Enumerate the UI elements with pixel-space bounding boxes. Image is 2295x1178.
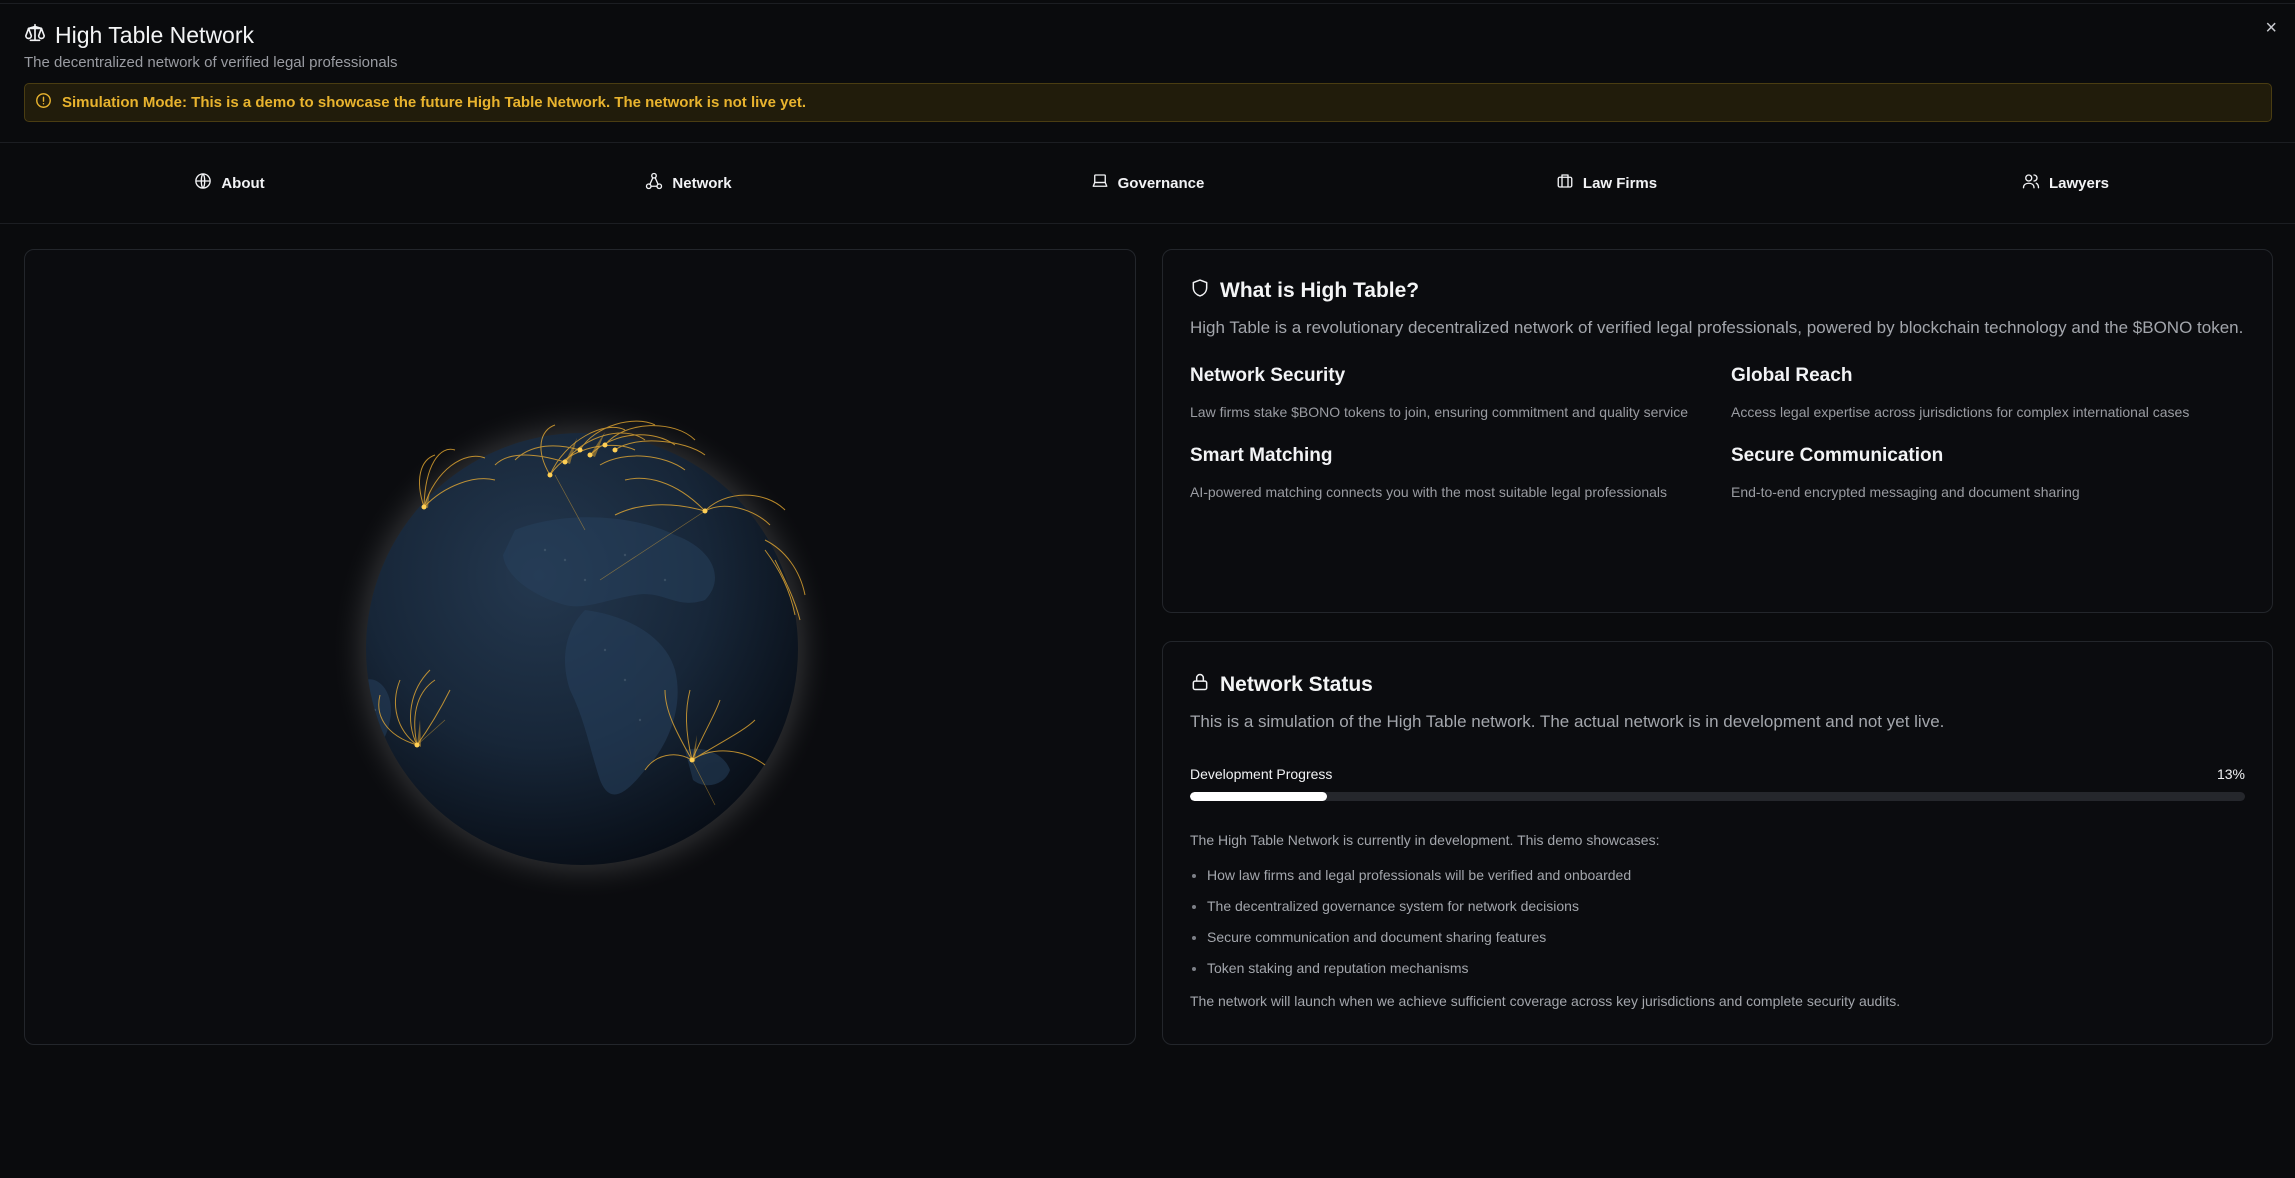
feature-title: Secure Communication [1731, 445, 1944, 466]
feature-network-security: Network Security Law firms stake $BONO t… [1190, 365, 1731, 423]
app-header: High Table Network The decentralized net… [24, 22, 398, 71]
globe-panel [24, 249, 1136, 1045]
briefcase-icon [1556, 172, 1574, 194]
list-item: The decentralized governance system for … [1207, 895, 2245, 917]
about-title: What is High Table? [1220, 279, 1420, 302]
globe-icon [194, 172, 212, 194]
status-title: Network Status [1220, 673, 1373, 696]
simulation-banner: Simulation Mode: This is a demo to showc… [24, 83, 2272, 122]
alert-circle-icon [35, 92, 52, 114]
tab-governance[interactable]: Governance [918, 143, 1377, 223]
progress-value: 13% [2216, 766, 2245, 782]
feature-description: Law firms stake $BONO tokens to join, en… [1190, 404, 1688, 420]
list-item: How law firms and legal professionals wi… [1207, 864, 2245, 886]
list-item: Token staking and reputation mechanisms [1207, 957, 2245, 979]
tab-label-network: Network [672, 174, 732, 192]
network-icon [645, 172, 663, 194]
list-item: Secure communication and document sharin… [1207, 926, 2245, 948]
banner-text: Simulation Mode: This is a demo to showc… [62, 94, 807, 111]
feature-description: AI-powered matching connects you with th… [1190, 484, 1668, 500]
app-subtitle: The decentralized network of verified le… [24, 54, 398, 71]
about-panel: What is High Table? High Table is a revo… [1162, 249, 2273, 613]
showcase-list: How law firms and legal professionals wi… [1190, 864, 2245, 979]
feature-description: End-to-end encrypted messaging and docum… [1731, 484, 2080, 500]
feature-smart-matching: Smart Matching AI-powered matching conne… [1190, 445, 1731, 503]
tab-label-lawyers: Lawyers [2048, 174, 2110, 192]
tab-label-governance: Governance [1117, 174, 1205, 192]
divider [0, 223, 2295, 224]
tab-label-law-firms: Law Firms [1582, 174, 1658, 192]
laptop-icon [1091, 172, 1109, 194]
shield-icon [1190, 278, 1210, 304]
tab-law-firms[interactable]: Law Firms [1377, 143, 1836, 223]
feature-global-reach: Global Reach Access legal expertise acro… [1731, 365, 2251, 423]
title-row: High Table Network [24, 22, 398, 49]
nav-tabs: About Network Governance Law Firms Lawye… [0, 143, 2295, 223]
tab-label-about: About [221, 174, 265, 192]
top-divider [0, 3, 2295, 4]
progress-label: Development Progress [1190, 766, 1333, 782]
progress-fill [1190, 792, 1328, 801]
status-panel: Network Status This is a simulation of t… [1162, 641, 2273, 1045]
about-heading: What is High Table? [1190, 278, 2245, 304]
tab-about[interactable]: About [0, 143, 459, 223]
app-title: High Table Network [55, 22, 255, 48]
scale-icon [24, 22, 46, 49]
feature-title: Smart Matching [1190, 445, 1333, 466]
status-footer: The network will launch when we achieve … [1190, 993, 1901, 1009]
about-description: High Table is a revolutionary decentrali… [1190, 318, 2244, 337]
feature-description: Access legal expertise across jurisdicti… [1731, 404, 2190, 420]
tab-lawyers[interactable]: Lawyers [1836, 143, 2295, 223]
progress-bar [1190, 792, 2245, 801]
lock-icon [1190, 672, 1210, 698]
status-description: This is a simulation of the High Table n… [1190, 712, 1945, 731]
tab-network[interactable]: Network [459, 143, 918, 223]
feature-title: Global Reach [1731, 365, 1853, 386]
feature-title: Network Security [1190, 365, 1346, 386]
users-icon [2022, 172, 2040, 194]
status-heading: Network Status [1190, 672, 2245, 698]
close-button[interactable]: × [2265, 18, 2277, 38]
globe-visualization[interactable] [25, 250, 1135, 1044]
progress-row: Development Progress 13% [1190, 766, 2245, 782]
status-intro: The High Table Network is currently in d… [1190, 832, 1660, 848]
feature-grid: Network Security Law firms stake $BONO t… [1190, 365, 2245, 503]
feature-secure-communication: Secure Communication End-to-end encrypte… [1731, 445, 2251, 503]
